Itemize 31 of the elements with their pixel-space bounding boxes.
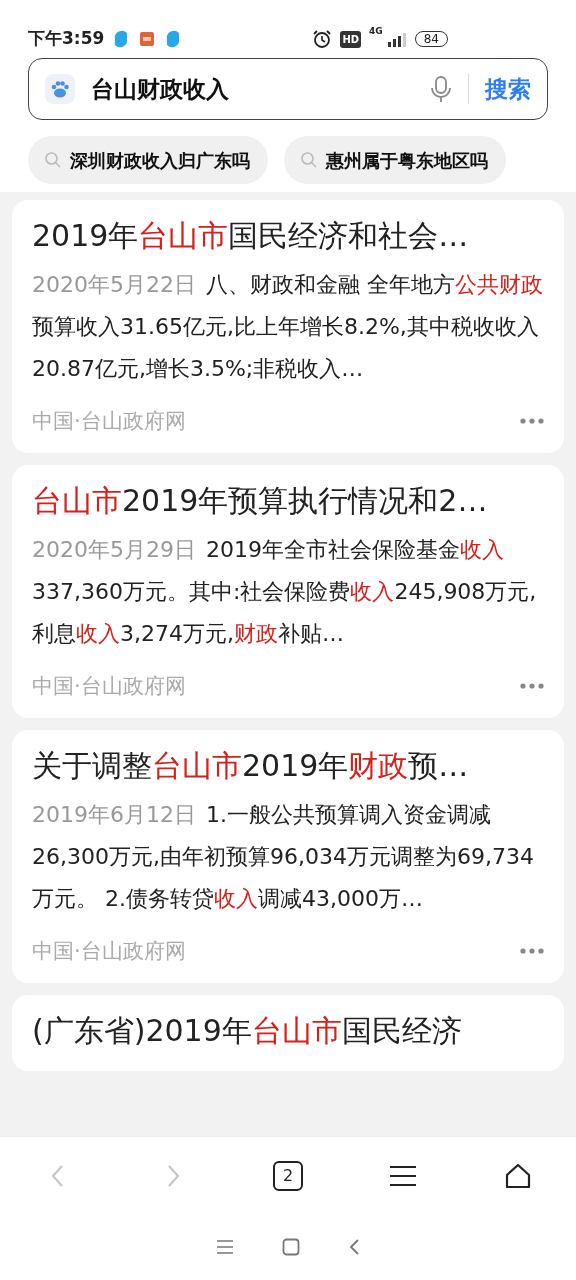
result-source: 中国·台山政府网 xyxy=(32,937,186,965)
more-icon[interactable] xyxy=(520,418,544,425)
back-icon[interactable] xyxy=(348,1238,360,1256)
result-snippet: 2020年5月29日 2019年全市社会保险基金收入 337,360万元。其中:社会保险费收入245,908万元,利息收入3,274万元,财政补贴… xyxy=(32,535,538,648)
search-icon xyxy=(44,151,62,169)
tabs-button[interactable]: 2 xyxy=(257,1150,318,1201)
result-snippet: 2020年5月22日 八、财政和金融 全年地方公共财政 预算收入31.65亿元,比上年增长8.2%,其中税收收入20.87亿元,增长3.5%;非税收入… xyxy=(32,270,544,383)
result-title[interactable]: 关于调整台山市2019年财政预… xyxy=(32,744,544,788)
paw-icon xyxy=(45,74,75,104)
search-icon xyxy=(300,151,318,169)
hd-indicator: HD xyxy=(340,30,362,48)
suggestion-chip[interactable]: 深圳财政收入归广东吗 xyxy=(28,136,268,184)
result-snippet: 2019年6月12日 1.一般公共预算调入资金调减26,300万元,由年初预算96,034万元调整为69,734万元。 2.债务转贷收入调减43,000万… xyxy=(32,800,535,913)
alarm-icon xyxy=(312,29,333,49)
result-title[interactable]: 台山市2019年预算执行情况和2… xyxy=(32,479,544,523)
result-title[interactable]: (广东省)2019年台山市国民经济 xyxy=(32,1009,544,1053)
search-text: 台山财政收入 xyxy=(91,74,230,104)
more-icon[interactable] xyxy=(520,948,544,955)
app-icon xyxy=(138,30,157,48)
search-button[interactable]: 搜索 xyxy=(485,71,531,107)
result-source: 中国·台山政府网 xyxy=(32,672,186,700)
recents-icon[interactable] xyxy=(216,1239,234,1255)
more-icon[interactable] xyxy=(520,683,544,690)
home-icon[interactable] xyxy=(504,1162,533,1189)
search-field[interactable]: 台山财政收入 搜索 xyxy=(28,58,548,120)
suggestion-chip[interactable]: 惠州属于粤东地区吗 xyxy=(284,136,506,184)
network-label: 4G xyxy=(369,25,383,38)
clock-time: 下午3:59 xyxy=(28,27,105,51)
result-title[interactable]: 2019年台山市国民经济和社会… xyxy=(32,214,544,258)
result-source: 中国·台山政府网 xyxy=(32,407,186,435)
microphone-icon[interactable] xyxy=(429,75,452,103)
